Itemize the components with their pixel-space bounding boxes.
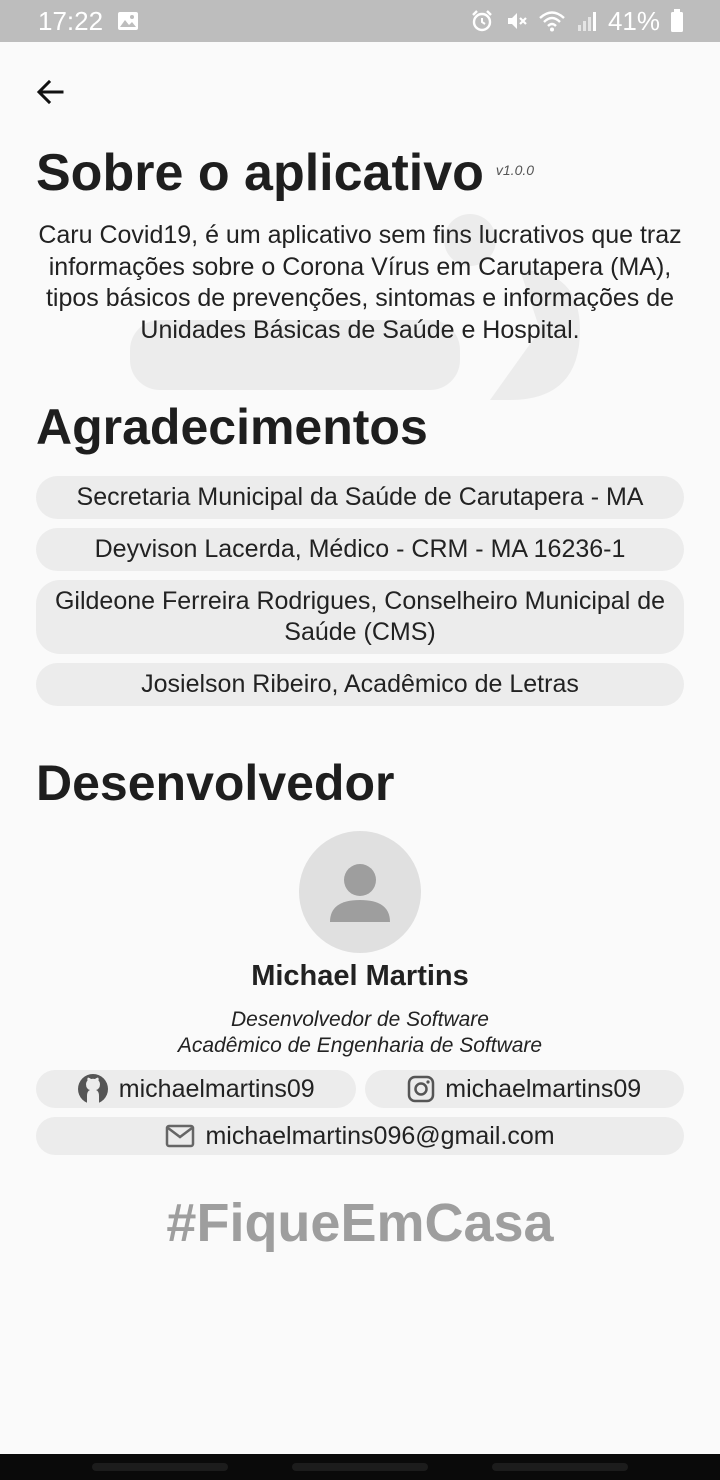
thanks-title: Agradecimentos — [36, 399, 428, 455]
app-description: Caru Covid19, é um aplicativo sem fins l… — [38, 221, 682, 344]
instagram-username: michaelmartins09 — [445, 1074, 642, 1103]
nav-home-button[interactable] — [292, 1463, 428, 1471]
battery-percent: 41% — [607, 5, 660, 36]
mute-icon — [504, 9, 528, 33]
arrow-back-icon — [36, 79, 64, 105]
status-right: 41% — [470, 6, 684, 37]
thanks-list: Secretaria Municipal da Saúde de Carutap… — [36, 476, 684, 706]
email-address: michaelmartins096@gmail.com — [205, 1121, 555, 1150]
developer-role: Acadêmico de Engenharia de Software — [177, 1034, 543, 1057]
email-link[interactable]: michaelmartins096@gmail.com — [36, 1117, 684, 1155]
developer-role: Desenvolvedor de Software — [231, 1008, 489, 1031]
system-nav-bar — [0, 1454, 720, 1480]
avatar — [299, 831, 421, 953]
github-icon — [77, 1074, 108, 1104]
battery-icon — [670, 9, 684, 33]
title-row: Sobre o aplicativo v1.0.0 — [36, 142, 534, 204]
about-screen: Sobre o aplicativo v1.0.0 Caru Covid19, … — [0, 42, 720, 1454]
page-title: Sobre o aplicativo — [36, 144, 484, 202]
thanks-item: Josielson Ribeiro, Acadêmico de Letras — [36, 663, 684, 706]
back-button[interactable] — [30, 72, 70, 112]
thanks-item: Gildeone Ferreira Rodrigues, Conselheiro… — [36, 580, 684, 654]
status-bar: 17:22 41% — [0, 0, 720, 42]
instagram-link[interactable]: michaelmartins09 — [364, 1070, 684, 1108]
version-label: v1.0.0 — [495, 162, 535, 178]
developer-title: Desenvolvedor — [36, 755, 395, 811]
github-username: michaelmartins09 — [118, 1074, 315, 1103]
nav-recents-button[interactable] — [92, 1463, 228, 1471]
hashtag-slogan: #FiqueEmCasa — [166, 1193, 554, 1253]
signal-icon — [576, 10, 598, 32]
wifi-icon — [538, 10, 566, 32]
thanks-item: Secretaria Municipal da Saúde de Carutap… — [36, 476, 684, 519]
status-left: 17:22 — [38, 6, 139, 37]
alarm-icon — [470, 9, 494, 33]
developer-name: Michael Martins — [251, 960, 469, 992]
github-link[interactable]: michaelmartins09 — [36, 1070, 356, 1108]
person-icon — [330, 864, 390, 922]
social-row: michaelmartins09 michaelmartins09 — [36, 1070, 684, 1108]
mail-icon — [166, 1124, 195, 1148]
image-icon — [117, 11, 139, 31]
status-time: 17:22 — [38, 5, 104, 36]
instagram-icon — [408, 1075, 435, 1103]
nav-back-button[interactable] — [492, 1463, 628, 1471]
thanks-item: Deyvison Lacerda, Médico - CRM - MA 1623… — [36, 528, 684, 571]
